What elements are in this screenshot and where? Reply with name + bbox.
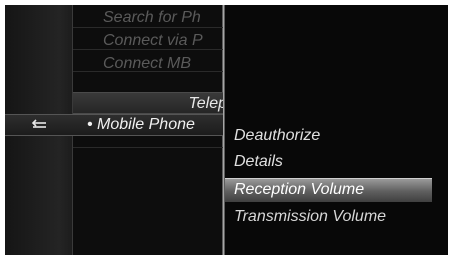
menu-item-mobile-phone[interactable]: • Mobile Phone: [73, 114, 223, 136]
display-screen: Search for Ph Connect via P Connect MB T…: [5, 5, 448, 255]
submenu-item-transmission-volume[interactable]: Transmission Volume: [234, 205, 386, 229]
submenu-item-details[interactable]: Details: [234, 150, 283, 174]
menu-item-search[interactable]: Search for Ph: [73, 7, 223, 29]
menu-item-connect-mb[interactable]: Connect MB: [73, 53, 223, 75]
submenu-item-deauthorize[interactable]: Deauthorize: [234, 124, 320, 148]
menu-header-telephone: Telep: [73, 92, 223, 114]
divider: [73, 147, 223, 148]
menu-item-connect-via[interactable]: Connect via P: [73, 30, 223, 52]
back-arrow-icon[interactable]: [29, 114, 51, 136]
submenu-item-reception-volume[interactable]: Reception Volume: [234, 178, 364, 202]
